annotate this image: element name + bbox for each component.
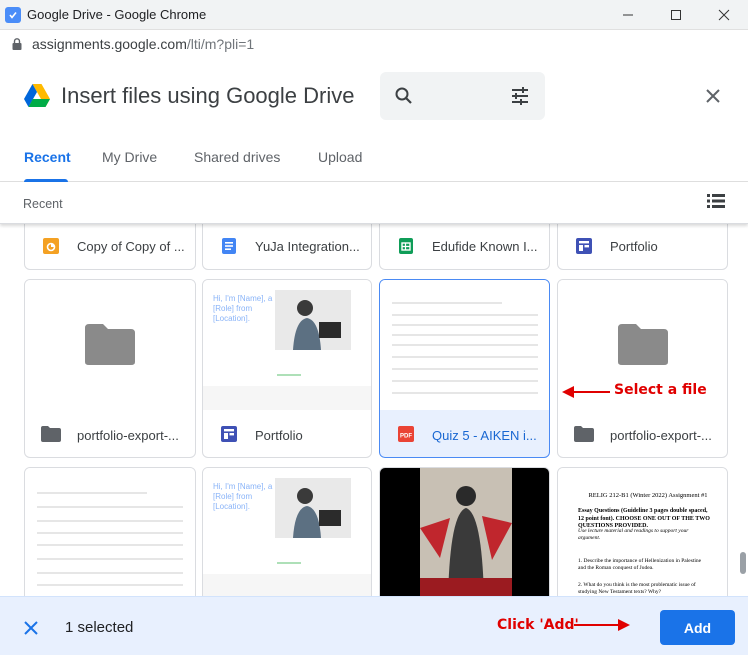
search-options-icon[interactable] xyxy=(510,86,530,106)
breadcrumb: Recent xyxy=(23,197,63,211)
add-button[interactable]: Add xyxy=(660,610,735,645)
picker-header: Insert files using Google Drive xyxy=(0,58,748,134)
folder-icon xyxy=(85,324,135,365)
file-name: Edufide Known I... xyxy=(432,239,538,254)
close-icon[interactable] xyxy=(702,85,724,107)
doc-note: Use lecture material and readings to sup… xyxy=(578,528,689,541)
doc-question-1: 1. Describe the importance of Hellenizat… xyxy=(578,558,702,571)
tab-shared-drives[interactable]: Shared drives xyxy=(194,149,280,165)
tab-upload[interactable]: Upload xyxy=(318,149,362,165)
file-card[interactable]: RELIG 212-B1 (Winter 2022) Assignment #1… xyxy=(557,467,728,596)
picker-tabs: Recent My Drive Shared drives Upload xyxy=(0,134,748,182)
file-card-selected[interactable]: PDF Quiz 5 - AIKEN i... xyxy=(379,279,550,458)
file-thumbnail: Hi, I'm [Name], a [Role] from [Location]… xyxy=(203,280,371,410)
search-icon[interactable] xyxy=(394,86,414,106)
address-bar[interactable]: assignments.google.com/lti/m?pli=1 xyxy=(0,30,748,58)
url-text: assignments.google.com/lti/m?pli=1 xyxy=(32,36,255,52)
file-thumbnail xyxy=(25,280,195,410)
breadcrumb-bar: Recent xyxy=(0,182,748,224)
file-card[interactable]: Portfolio xyxy=(557,224,728,270)
annotation-click-add: Click 'Add' xyxy=(497,617,579,633)
app-icon xyxy=(5,6,21,23)
file-thumbnail xyxy=(380,280,549,410)
file-card[interactable]: Edufide Known I... xyxy=(379,224,550,270)
lock-icon xyxy=(12,38,22,50)
file-card[interactable] xyxy=(379,467,550,596)
photo-thumbnail xyxy=(275,290,351,350)
window-title: Google Drive - Google Chrome xyxy=(27,7,207,22)
file-card[interactable]: portfolio-export-... xyxy=(24,279,196,458)
site-thumbnail-text: Hi, I'm [Name], a [Role] from [Location]… xyxy=(213,294,273,323)
site-thumbnail-text: Hi, I'm [Name], a [Role] from [Location]… xyxy=(213,482,273,511)
file-grid: Copy of Copy of ... YuJa Integration... … xyxy=(0,224,748,596)
thumbnail-link-line xyxy=(277,562,301,564)
file-name: YuJa Integration... xyxy=(255,239,360,254)
sites-icon xyxy=(576,238,592,254)
docs-icon xyxy=(222,238,236,254)
tab-my-drive[interactable]: My Drive xyxy=(102,149,157,165)
doc-title: RELIG 212-B1 (Winter 2022) Assignment #1 xyxy=(588,492,708,499)
file-card[interactable]: Hi, I'm [Name], a [Role] from [Location]… xyxy=(202,279,372,458)
selection-count: 1 selected xyxy=(65,619,134,636)
annotation-arrow-right-icon xyxy=(574,619,630,631)
annotation-select-file: Select a file xyxy=(614,382,707,398)
thumbnail-link-line xyxy=(277,374,301,376)
document-thumbnail: RELIG 212-B1 (Winter 2022) Assignment #1… xyxy=(558,468,727,596)
close-window-button[interactable] xyxy=(700,0,748,30)
file-card[interactable] xyxy=(24,467,196,596)
file-card[interactable]: portfolio-export-... xyxy=(557,279,728,458)
google-drive-logo-icon xyxy=(24,84,50,107)
maximize-button[interactable] xyxy=(652,0,700,30)
slides-icon xyxy=(43,238,59,254)
svg-text:PDF: PDF xyxy=(400,434,412,440)
photo-thumbnail xyxy=(275,478,351,538)
file-name: portfolio-export-... xyxy=(610,428,712,443)
file-name: portfolio-export-... xyxy=(77,428,179,443)
doc-question-2: 2. What do you think is the most problem… xyxy=(578,582,696,595)
sheets-icon xyxy=(399,238,413,254)
folder-icon xyxy=(618,324,668,365)
poster-thumbnail xyxy=(420,468,512,596)
minimize-button[interactable] xyxy=(604,0,652,30)
file-name: Portfolio xyxy=(610,239,658,254)
file-card[interactable]: Hi, I'm [Name], a [Role] from [Location]… xyxy=(202,467,372,596)
folder-icon xyxy=(574,426,594,442)
pdf-icon: PDF xyxy=(398,426,414,442)
thumbnail-footer xyxy=(203,574,371,596)
thumbnail-footer xyxy=(203,386,371,410)
file-card[interactable]: Copy of Copy of ... xyxy=(24,224,196,270)
selection-footer: 1 selected Click 'Add' Add xyxy=(0,596,748,655)
window-titlebar: Google Drive - Google Chrome xyxy=(0,0,748,30)
file-thumbnail xyxy=(25,468,195,596)
clear-selection-icon[interactable] xyxy=(22,619,40,637)
search-box[interactable] xyxy=(380,72,545,120)
file-thumbnail: Hi, I'm [Name], a [Role] from [Location]… xyxy=(203,468,371,596)
list-view-icon[interactable] xyxy=(707,194,725,208)
file-name: Portfolio xyxy=(255,428,303,443)
picker-title: Insert files using Google Drive xyxy=(61,83,355,108)
folder-icon xyxy=(41,426,61,442)
file-name: Copy of Copy of ... xyxy=(77,239,185,254)
annotation-arrow-left-icon xyxy=(562,386,610,398)
tab-recent[interactable]: Recent xyxy=(24,149,71,165)
scrollbar-thumb[interactable] xyxy=(740,552,746,574)
sites-icon xyxy=(221,426,237,442)
file-card[interactable]: YuJa Integration... xyxy=(202,224,372,270)
file-name: Quiz 5 - AIKEN i... xyxy=(432,428,537,443)
